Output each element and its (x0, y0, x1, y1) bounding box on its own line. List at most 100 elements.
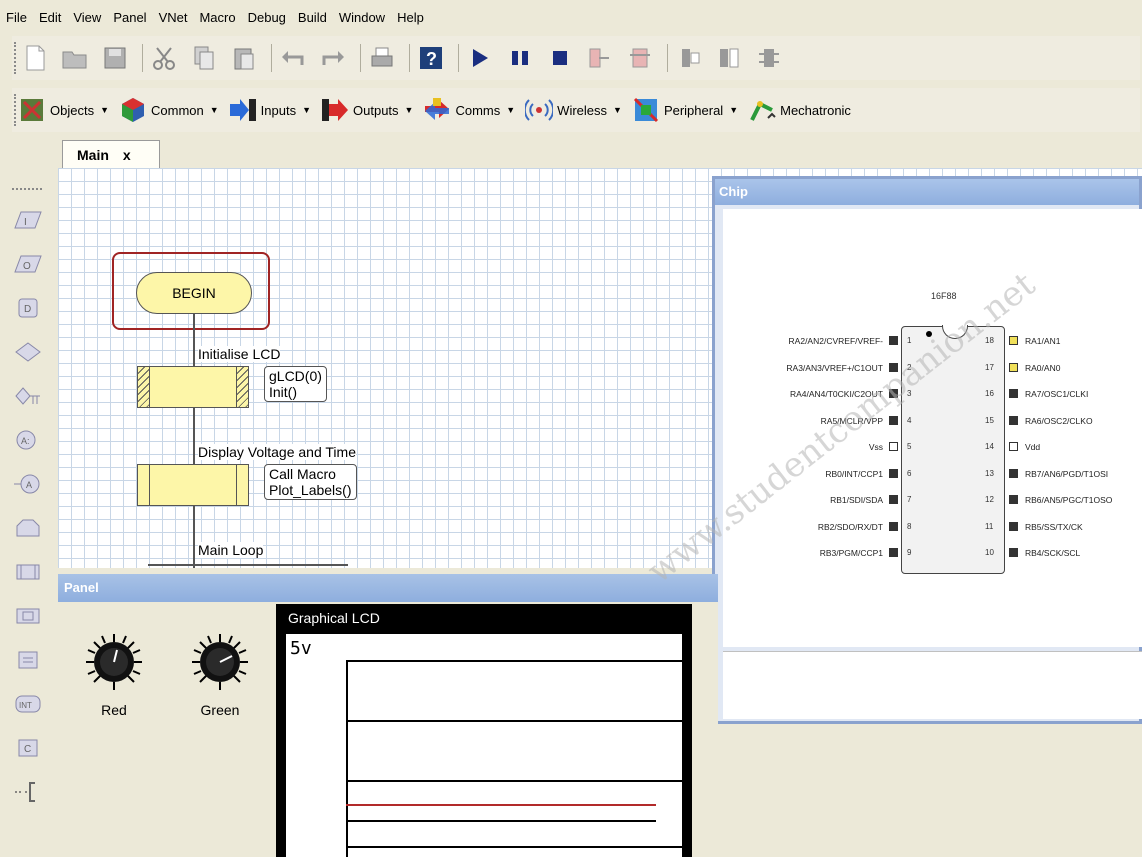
pin-label-right: RB5/SS/TX/CK (1025, 521, 1083, 532)
begin-terminal[interactable]: BEGIN (136, 272, 252, 314)
pin-8[interactable] (889, 521, 898, 531)
macro-note: Call Macro Plot_Labels() (264, 464, 357, 500)
pin-number: 15 (985, 415, 994, 425)
redo-icon[interactable] (316, 41, 350, 75)
pin-3[interactable] (889, 389, 898, 398)
save-icon[interactable] (98, 41, 132, 75)
svg-text:?: ? (426, 49, 437, 69)
knob-green[interactable] (190, 632, 250, 692)
c-code-icon[interactable]: C (12, 734, 44, 762)
pin-9[interactable] (889, 548, 898, 557)
input-icon[interactable]: I (12, 206, 44, 234)
pin-11[interactable] (1009, 521, 1018, 531)
svg-text:A:: A: (21, 436, 30, 446)
component-1-icon[interactable] (672, 41, 706, 75)
step-into-icon[interactable] (583, 41, 617, 75)
palette-grip[interactable] (12, 188, 42, 190)
pin-18[interactable] (1009, 336, 1018, 345)
paste-icon[interactable] (227, 41, 261, 75)
menu-vnet[interactable]: VNet (159, 10, 188, 25)
copy-icon[interactable] (187, 41, 221, 75)
step-over-icon[interactable] (623, 41, 657, 75)
macro-icon[interactable] (12, 558, 44, 586)
pin-14[interactable] (1009, 442, 1018, 451)
connection-point-icon[interactable]: A (12, 470, 44, 498)
category-inputs[interactable]: Inputs ▼ (229, 96, 311, 124)
pause-icon[interactable] (503, 41, 537, 75)
open-icon[interactable] (58, 41, 92, 75)
category-wireless[interactable]: Wireless ▼ (525, 96, 622, 124)
component-3-icon[interactable] (752, 41, 786, 75)
pin-2[interactable] (889, 362, 898, 372)
pin-label-left: RB1/SDI/SDA (830, 495, 883, 505)
menu-edit[interactable]: Edit (39, 10, 61, 25)
pin-17[interactable] (1009, 362, 1018, 372)
category-common[interactable]: Common ▼ (119, 96, 219, 124)
macro-note: gLCD(0) Init() (264, 366, 327, 402)
lcd-axis (346, 660, 348, 857)
run-icon[interactable] (463, 41, 497, 75)
menu-build[interactable]: Build (298, 10, 327, 25)
cut-icon[interactable] (147, 41, 181, 75)
menu-file[interactable]: File (6, 10, 27, 25)
calc-icon[interactable]: A: (12, 426, 44, 454)
category-comms[interactable]: Comms ▼ (423, 96, 515, 124)
menu-debug[interactable]: Debug (248, 10, 286, 25)
pin-7[interactable] (889, 495, 898, 504)
toolbar-grip[interactable] (14, 94, 18, 126)
new-icon[interactable] (18, 41, 52, 75)
decision-icon[interactable] (12, 338, 44, 366)
pin-12[interactable] (1009, 495, 1018, 504)
pin-4[interactable] (889, 415, 898, 425)
chip-info-area (723, 651, 1142, 719)
component-macro-icon[interactable] (12, 602, 44, 630)
macro-call-block[interactable] (137, 464, 249, 506)
knob-red[interactable] (84, 632, 144, 692)
toolbar-separator (142, 44, 143, 72)
delay-icon[interactable]: D (12, 294, 44, 322)
step-label: Display Voltage and Time (198, 444, 356, 460)
menu-window[interactable]: Window (339, 10, 385, 25)
note-line: Call Macro (269, 466, 336, 482)
pin-15[interactable] (1009, 415, 1018, 425)
lcd-title: Graphical LCD (288, 610, 380, 626)
menu-macro[interactable]: Macro (199, 10, 235, 25)
loop-icon[interactable] (12, 514, 44, 542)
graphical-lcd[interactable]: Graphical LCD 5v (276, 604, 692, 857)
string-icon[interactable] (12, 646, 44, 674)
pin-16[interactable] (1009, 389, 1018, 398)
switch-icon[interactable] (12, 382, 44, 410)
window-title[interactable]: Chip (715, 179, 1139, 205)
menu-view[interactable]: View (73, 10, 101, 25)
help-icon[interactable]: ? (414, 41, 448, 75)
window-title[interactable]: Panel (58, 574, 718, 602)
component-2-icon[interactable] (712, 41, 746, 75)
menu-panel[interactable]: Panel (113, 10, 146, 25)
pin-10[interactable] (1009, 548, 1018, 557)
component-macro-block[interactable] (137, 366, 249, 408)
category-outputs[interactable]: Outputs ▼ (321, 96, 413, 124)
category-mechatronic[interactable]: Mechatronic (748, 96, 851, 124)
pin-number: 4 (907, 415, 912, 425)
close-icon[interactable]: x (123, 147, 131, 163)
pin-13[interactable] (1009, 468, 1018, 478)
output-icon[interactable]: O (12, 250, 44, 278)
menu-help[interactable]: Help (397, 10, 424, 25)
lcd-line (346, 780, 682, 782)
print-icon[interactable] (365, 41, 399, 75)
category-peripheral[interactable]: Peripheral ▼ (632, 96, 738, 124)
pin-6[interactable] (889, 468, 898, 478)
toolbar-grip[interactable] (14, 42, 18, 74)
category-label: Objects (50, 102, 95, 118)
interrupt-icon[interactable]: INT (12, 690, 44, 718)
stop-icon[interactable] (543, 41, 577, 75)
chevron-down-icon: ▼ (302, 105, 312, 115)
pin-1[interactable] (889, 336, 898, 345)
comment-icon[interactable] (12, 778, 44, 806)
tab-main[interactable]: Main x (62, 140, 160, 168)
knob-label: Red (101, 702, 127, 718)
pin-5[interactable] (889, 442, 898, 451)
pin-number: 9 (907, 548, 912, 557)
category-objects[interactable]: Objects ▼ (18, 96, 109, 124)
undo-icon[interactable] (276, 41, 310, 75)
